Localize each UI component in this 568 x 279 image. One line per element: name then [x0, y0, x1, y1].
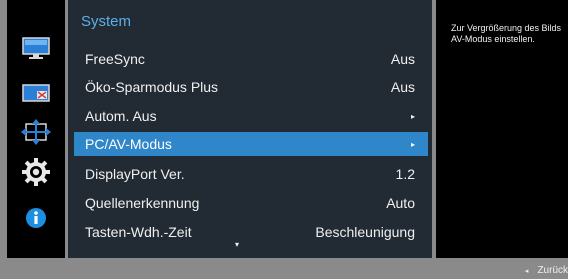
menu-item-label: Autom. Aus [85, 108, 157, 124]
menu-item-label: DisplayPort Ver. [85, 166, 185, 182]
menu-item-label: PC/AV-Modus [85, 136, 172, 152]
scroll-down-icon[interactable]: ▾ [235, 240, 239, 249]
menu-item-label: Öko-Sparmodus Plus [85, 79, 219, 95]
help-text: Zur Vergrößerung des Bilds AV-Modus eins… [451, 23, 562, 44]
info-icon[interactable] [25, 207, 47, 229]
menu-item-key-repeat-time[interactable]: Tasten-Wdh.-Zeit Beschleunigung [74, 220, 428, 244]
menu-title: System [81, 13, 132, 30]
menu-item-label: Tasten-Wdh.-Zeit [85, 224, 192, 240]
category-icon-rail [7, 0, 65, 258]
menu-item-value: 1.2 [395, 166, 415, 182]
position-size-icon[interactable] [21, 119, 51, 145]
menu-item-value: Aus [390, 51, 415, 67]
menu-item-freesync[interactable]: FreeSync Aus [74, 47, 428, 71]
menu-item-eco-saving-plus[interactable]: Öko-Sparmodus Plus Aus [74, 75, 428, 99]
onscreen-display-icon[interactable] [22, 84, 50, 102]
system-menu-panel: System FreeSync Aus Öko-Sparmodus Plus A… [68, 0, 432, 258]
submenu-arrow-icon: ▸ [410, 111, 415, 121]
menu-item-pc-av-mode[interactable]: PC/AV-Modus ▸ [74, 132, 428, 156]
footer-bar: ◂ Zurück [0, 258, 568, 279]
menu-item-label: FreeSync [85, 51, 145, 67]
menu-item-source-detection[interactable]: Quellenerkennung Auto [74, 191, 428, 215]
menu-item-value: Auto [386, 195, 415, 211]
system-gear-icon[interactable] [22, 158, 50, 186]
monitor-osd-menu: System FreeSync Aus Öko-Sparmodus Plus A… [0, 0, 568, 279]
help-panel: Zur Vergrößerung des Bilds AV-Modus eins… [436, 0, 568, 258]
submenu-arrow-icon: ▸ [410, 139, 415, 149]
menu-item-displayport-ver[interactable]: DisplayPort Ver. 1.2 [74, 162, 428, 186]
back-label: Zurück [537, 265, 568, 276]
back-button[interactable]: ◂ Zurück [525, 265, 568, 276]
back-arrow-icon: ◂ [524, 267, 529, 275]
menu-item-value: Aus [390, 79, 415, 95]
menu-item-auto-off[interactable]: Autom. Aus ▸ [74, 104, 428, 128]
picture-icon[interactable] [22, 37, 50, 61]
menu-item-value: Beschleunigung [315, 224, 415, 240]
menu-item-label: Quellenerkennung [85, 195, 200, 211]
